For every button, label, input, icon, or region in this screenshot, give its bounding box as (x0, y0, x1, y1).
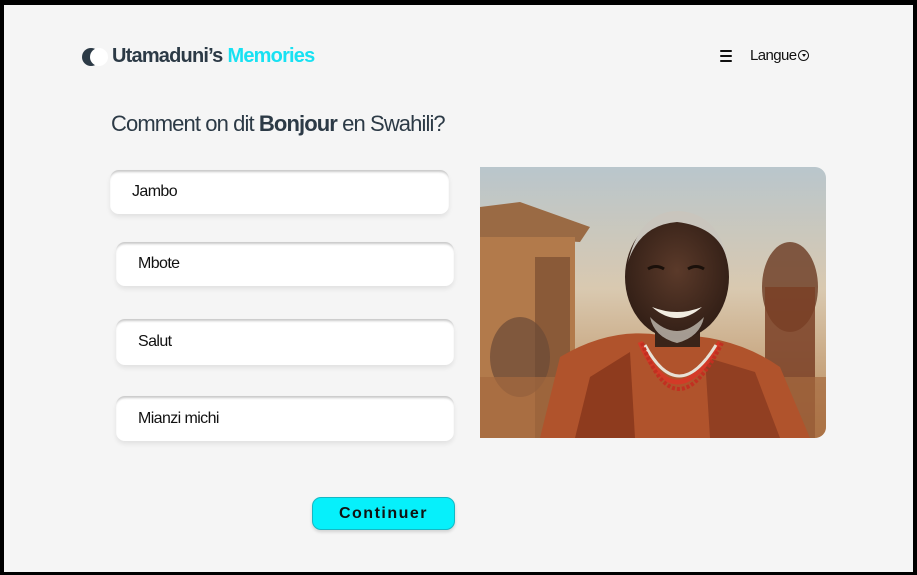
hamburger-icon[interactable] (720, 49, 732, 62)
answer-label: Salut (138, 333, 172, 350)
answer-option-salut[interactable]: Salut (116, 319, 454, 365)
elder-portrait-image (480, 167, 826, 438)
answer-label: Mianzi michi (138, 409, 219, 427)
question-prefix: Comment on dit (111, 111, 255, 136)
quiz-question: Comment on dit Bonjour en Swahili? (111, 111, 446, 137)
moon-logo-icon (82, 47, 108, 67)
question-word: Bonjour (258, 111, 338, 136)
answer-option-mbote[interactable]: Mbote (116, 242, 454, 286)
top-nav: Langue (720, 47, 810, 64)
brand-logo[interactable]: Utamaduni’s Memories (82, 45, 315, 68)
answer-option-mianzi-michi[interactable]: Mianzi michi (116, 396, 454, 441)
answer-label: Jambo (132, 183, 178, 200)
app-frame: Utamaduni’s Memories Langue Comment on d… (4, 5, 913, 572)
language-selector[interactable]: Langue (750, 47, 810, 64)
question-suffix: en Swahili? (342, 111, 446, 136)
brand-name: Utamaduni’s (112, 45, 223, 67)
brand-accent: Memories (227, 45, 315, 67)
continue-button[interactable]: Continuer (312, 497, 455, 530)
language-label: Langue (750, 47, 797, 64)
answer-option-jambo[interactable]: Jambo (110, 170, 449, 214)
answer-label: Mbote (138, 255, 180, 272)
chevron-down-circle-icon (798, 50, 810, 61)
